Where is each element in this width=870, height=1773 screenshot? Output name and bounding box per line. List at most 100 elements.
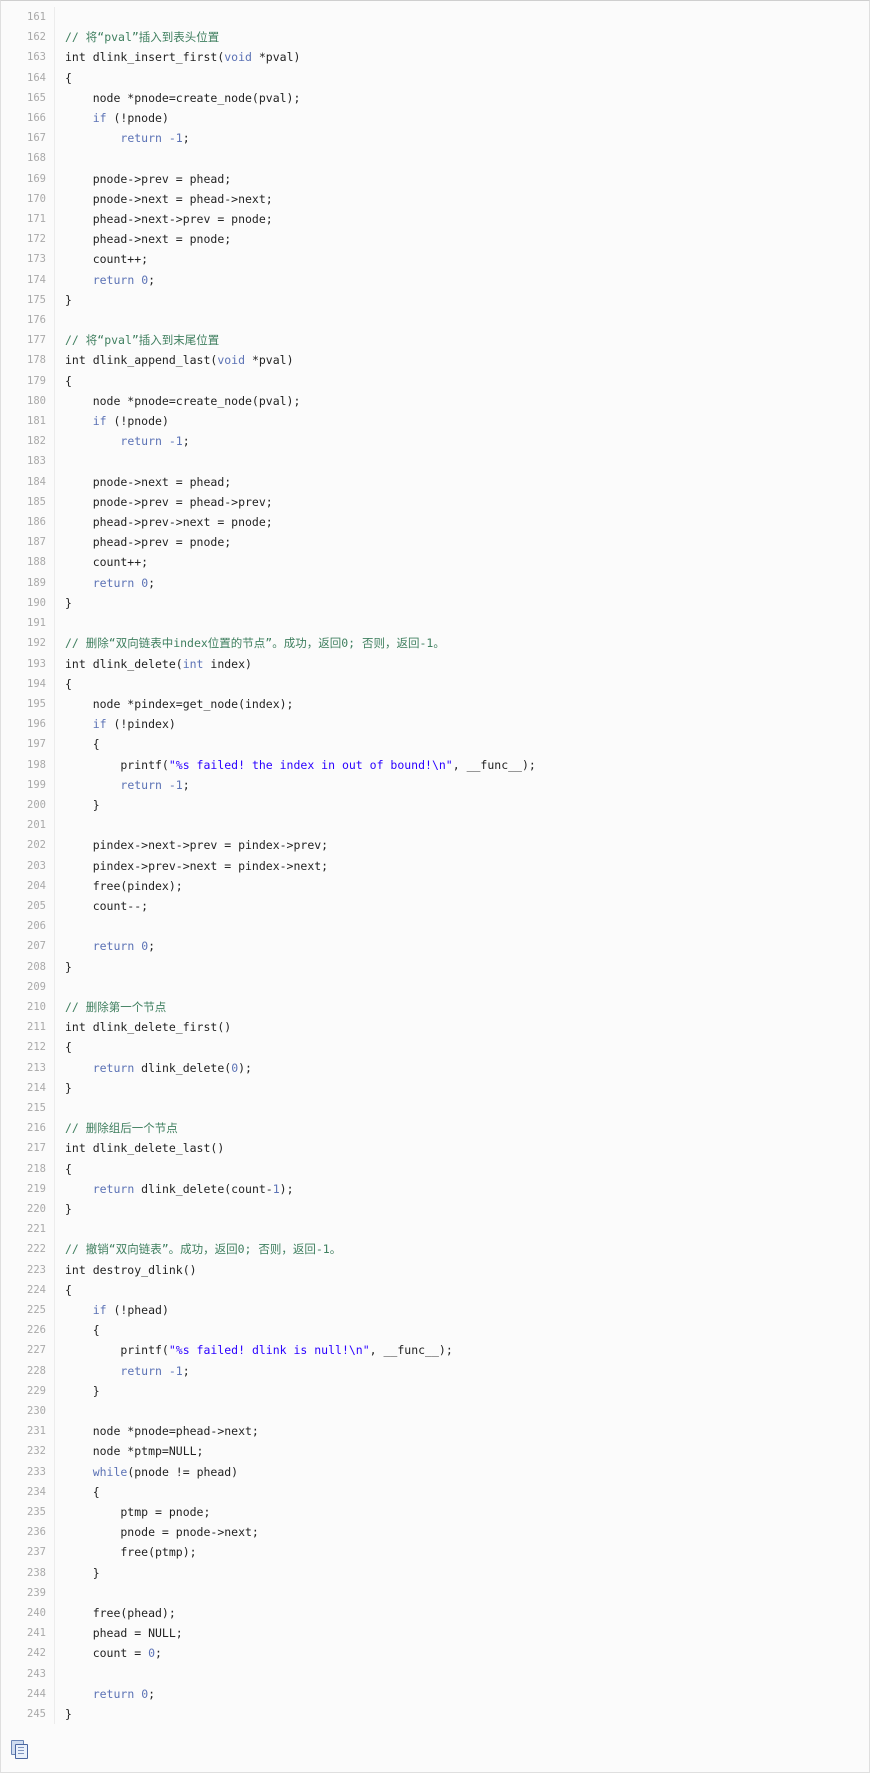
code-line-content[interactable]: // 撤销“双向链表”。成功，返回0; 否则，返回-1。 bbox=[54, 1239, 869, 1260]
code-line-content[interactable]: { bbox=[54, 1320, 869, 1341]
code-line-content[interactable]: node *pnode=create_node(pval); bbox=[54, 390, 869, 412]
code-line-content[interactable]: } bbox=[54, 1704, 869, 1725]
token-plain: node *pindex=get_node(index); bbox=[65, 696, 294, 711]
code-line-content[interactable]: pindex->prev->next = pindex->next; bbox=[54, 855, 869, 876]
code-line-content[interactable]: pnode->prev = phead->prev; bbox=[54, 491, 869, 513]
code-line: 163 int dlink_insert_first(void *pval) bbox=[1, 47, 869, 68]
code-line-content[interactable]: count = 0; bbox=[54, 1643, 869, 1664]
code-line-content[interactable]: { bbox=[54, 673, 869, 694]
code-line-content[interactable]: return 0; bbox=[54, 572, 869, 593]
code-line-content[interactable]: phead->next->prev = pnode; bbox=[54, 209, 869, 230]
code-line-content[interactable]: pnode->next = phead; bbox=[54, 471, 869, 492]
code-line-content[interactable]: { bbox=[54, 734, 869, 755]
token-plain: ; bbox=[148, 1686, 156, 1701]
code-line-content[interactable]: pnode->next = phead->next; bbox=[54, 188, 869, 210]
code-line-content[interactable]: } bbox=[54, 1380, 869, 1402]
code-line-content[interactable]: } bbox=[54, 1077, 869, 1098]
code-line-content[interactable]: return 0; bbox=[54, 1683, 869, 1705]
code-line-content[interactable]: int dlink_delete(int index) bbox=[54, 653, 869, 674]
code-line-content[interactable]: int dlink_append_last(void *pval) bbox=[54, 350, 869, 371]
code-line-content[interactable]: int destroy_dlink() bbox=[54, 1259, 869, 1280]
code-line-content[interactable]: pnode = pnode->next; bbox=[54, 1522, 869, 1543]
code-line-content[interactable]: } bbox=[54, 794, 869, 816]
code-line-content[interactable] bbox=[54, 976, 869, 997]
code-line-content[interactable]: if (!pnode) bbox=[54, 108, 869, 129]
code-line-content[interactable]: // 将“pval”插入到表头位置 bbox=[54, 27, 869, 48]
code-line-content[interactable]: return -1; bbox=[54, 1360, 869, 1381]
code-line-content[interactable]: // 删除组后一个节点 bbox=[54, 1118, 869, 1139]
code-line-content[interactable] bbox=[54, 1663, 869, 1684]
code-line-content[interactable]: phead = NULL; bbox=[54, 1623, 869, 1644]
code-line-content[interactable]: phead->prev = pnode; bbox=[54, 532, 869, 553]
code-line-content[interactable] bbox=[54, 451, 869, 472]
code-line-content[interactable] bbox=[54, 1219, 869, 1240]
code-line-content[interactable]: pindex->next->prev = pindex->prev; bbox=[54, 835, 869, 856]
copy-icon[interactable] bbox=[11, 1740, 29, 1760]
code-line-content[interactable]: free(ptmp); bbox=[54, 1542, 869, 1563]
code-line-content[interactable]: if (!phead) bbox=[54, 1300, 869, 1321]
code-line: 192 // 删除“双向链表中index位置的节点”。成功，返回0; 否则，返回-… bbox=[1, 633, 869, 654]
code-line-content[interactable]: { bbox=[54, 1037, 869, 1058]
code-line-content[interactable]: node *pnode=create_node(pval); bbox=[54, 87, 869, 109]
token-kw2: return bbox=[92, 939, 135, 954]
code-line-content[interactable]: // 删除“双向链表中index位置的节点”。成功，返回0; 否则，返回-1。 bbox=[54, 633, 869, 654]
code-line: 164 { bbox=[1, 67, 869, 88]
code-line-content[interactable]: count++; bbox=[54, 249, 869, 270]
code-line-content[interactable]: node *pindex=get_node(index); bbox=[54, 693, 869, 715]
code-line-content[interactable]: int dlink_delete_first() bbox=[54, 1017, 869, 1038]
code-line-content[interactable] bbox=[54, 613, 869, 634]
code-line-content[interactable] bbox=[54, 1097, 869, 1119]
code-line-content[interactable]: free(pindex); bbox=[54, 875, 869, 896]
code-line-content[interactable]: } bbox=[54, 956, 869, 977]
token-plain: *pval) bbox=[251, 50, 301, 65]
token-plain: } bbox=[65, 1565, 100, 1580]
code-line-content[interactable] bbox=[54, 916, 869, 937]
code-line-content[interactable]: { bbox=[54, 1481, 869, 1503]
code-line-content[interactable]: printf("%s failed! the index in out of b… bbox=[54, 754, 869, 775]
code-line-content[interactable]: free(phead); bbox=[54, 1603, 869, 1624]
code-line-content[interactable]: { bbox=[54, 67, 869, 88]
token-kw2: return bbox=[120, 777, 162, 792]
code-line-content[interactable] bbox=[54, 310, 869, 331]
code-line-content[interactable]: return 0; bbox=[54, 269, 869, 290]
code-line-content[interactable]: } bbox=[54, 289, 869, 311]
code-line-content[interactable]: if (!pnode) bbox=[54, 411, 869, 432]
code-line-content[interactable]: return 0; bbox=[54, 936, 869, 957]
code-line: 167 return -1; bbox=[1, 128, 869, 149]
code-line-content[interactable] bbox=[54, 148, 869, 169]
code-line-content[interactable]: return -1; bbox=[54, 774, 869, 795]
code-line-content[interactable] bbox=[54, 1401, 869, 1422]
code-line-content[interactable]: phead->next = pnode; bbox=[54, 229, 869, 250]
code-line-content[interactable]: return dlink_delete(count-1); bbox=[54, 1178, 869, 1199]
code-line-content[interactable]: // 将“pval”插入到末尾位置 bbox=[54, 330, 869, 351]
code-line-content[interactable] bbox=[54, 7, 869, 28]
code-line-content[interactable]: while(pnode != phead) bbox=[54, 1461, 869, 1482]
code-line-content[interactable]: node *ptmp=NULL; bbox=[54, 1441, 869, 1462]
code-line-content[interactable] bbox=[54, 815, 869, 836]
code-line-content[interactable]: phead->prev->next = pnode; bbox=[54, 512, 869, 533]
code-line-content[interactable]: count--; bbox=[54, 895, 869, 917]
code-line-content[interactable]: int dlink_delete_last() bbox=[54, 1138, 869, 1159]
code-line-content[interactable]: // 删除第一个节点 bbox=[54, 996, 869, 1018]
code-line-content[interactable]: int dlink_insert_first(void *pval) bbox=[54, 47, 869, 68]
code-line-content[interactable]: } bbox=[54, 592, 869, 614]
line-number: 215 bbox=[1, 1097, 55, 1119]
code-line-content[interactable]: { bbox=[54, 1279, 869, 1300]
code-scroll-area[interactable]: 161 162// 将“pval”插入到表头位置 163 int dlink_ins… bbox=[1, 1, 869, 1728]
code-line-content[interactable]: pnode->prev = phead; bbox=[54, 168, 869, 189]
code-line-content[interactable]: node *pnode=phead->next; bbox=[54, 1421, 869, 1442]
code-line-content[interactable]: count++; bbox=[54, 552, 869, 573]
code-line-content[interactable]: } bbox=[54, 1198, 869, 1220]
code-line-content[interactable]: } bbox=[54, 1562, 869, 1583]
code-line-content[interactable]: return dlink_delete(0); bbox=[54, 1057, 869, 1078]
code-line-content[interactable]: return -1; bbox=[54, 431, 869, 452]
code-line-content[interactable]: ptmp = pnode; bbox=[54, 1502, 869, 1523]
code-line-content[interactable]: { bbox=[54, 1158, 869, 1179]
code-line-content[interactable]: if (!pindex) bbox=[54, 714, 869, 735]
token-num: -1 bbox=[168, 131, 183, 146]
code-line-content[interactable]: printf("%s failed! dlink is null!\n", __… bbox=[54, 1340, 869, 1361]
code-line-content[interactable]: return -1; bbox=[54, 128, 869, 149]
code-line-content[interactable] bbox=[54, 1582, 869, 1604]
code-line-content[interactable]: { bbox=[54, 370, 869, 391]
